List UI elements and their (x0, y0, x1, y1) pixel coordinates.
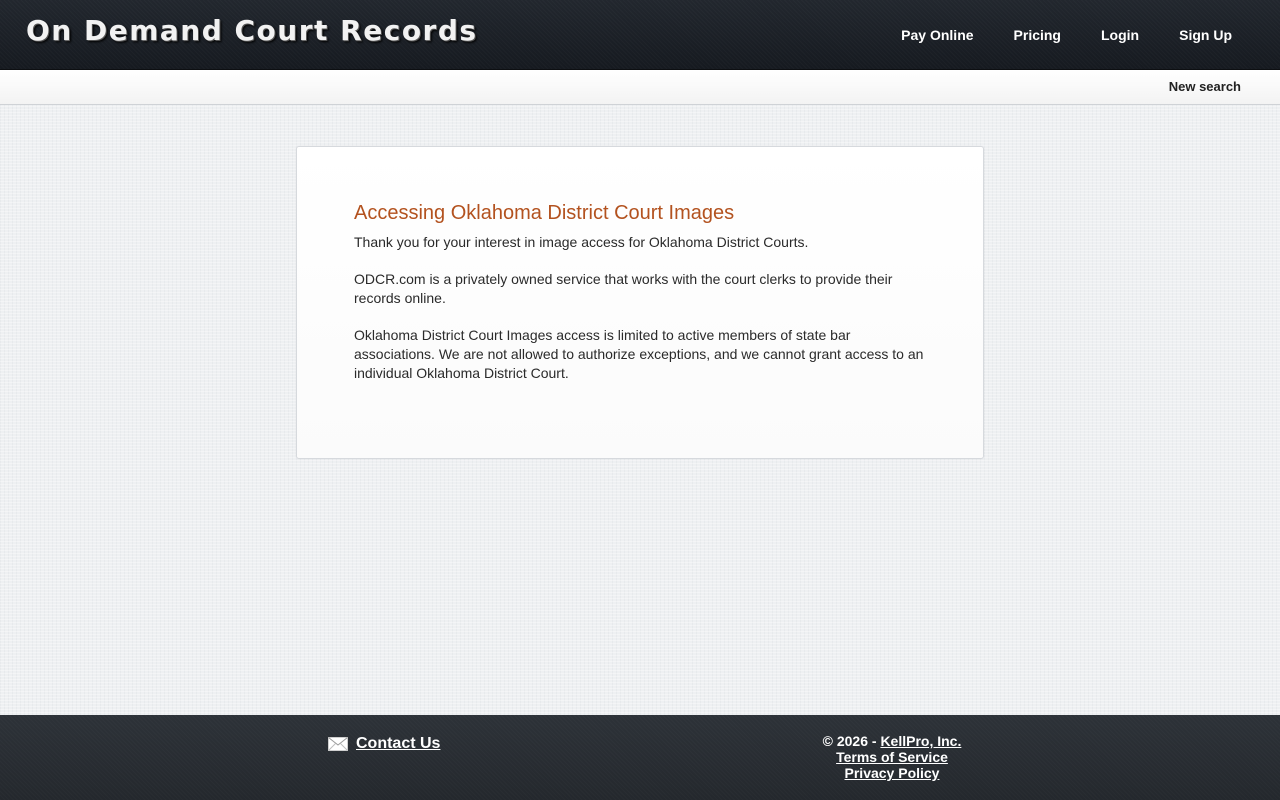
privacy-line: Privacy Policy (792, 765, 992, 781)
access-policy-paragraph: Oklahoma District Court Images access is… (354, 327, 924, 381)
terms-line: Terms of Service (792, 749, 992, 765)
new-search-link[interactable]: New search (1169, 79, 1241, 94)
main-nav: Pay Online Pricing Login Sign Up (861, 0, 1232, 69)
nav-pay-online[interactable]: Pay Online (901, 27, 973, 43)
nav-pricing[interactable]: Pricing (1014, 27, 1061, 43)
page-title: Accessing Oklahoma District Court Images (354, 202, 735, 224)
terms-of-service-link[interactable]: Terms of Service (836, 749, 948, 765)
about-paragraph: ODCR.com is a privately owned service th… (354, 271, 893, 306)
nav-login[interactable]: Login (1101, 27, 1139, 43)
contact-us-link[interactable]: Contact Us (356, 735, 440, 753)
intro-paragraph: Thank you for your interest in image acc… (354, 234, 809, 250)
copyright-line: © 2026 - KellPro, Inc. (792, 733, 992, 749)
content-body: Accessing Oklahoma District Court Images… (354, 202, 924, 401)
nav-sign-up[interactable]: Sign Up (1179, 27, 1232, 43)
site-footer: Contact Us © 2026 - KellPro, Inc. Terms … (0, 715, 1280, 800)
site-header: On Demand Court Records Pay Online Prici… (0, 0, 1280, 70)
site-logo[interactable]: On Demand Court Records (26, 14, 478, 47)
contact-block: Contact Us (328, 735, 440, 753)
company-link[interactable]: KellPro, Inc. (880, 733, 961, 749)
mail-icon (328, 737, 348, 751)
content-card: Accessing Oklahoma District Court Images… (296, 146, 984, 459)
privacy-policy-link[interactable]: Privacy Policy (845, 765, 940, 781)
copyright-text: © 2026 - (822, 733, 881, 749)
legal-block: © 2026 - KellPro, Inc. Terms of Service … (792, 733, 992, 781)
sub-toolbar: New search (0, 70, 1280, 105)
